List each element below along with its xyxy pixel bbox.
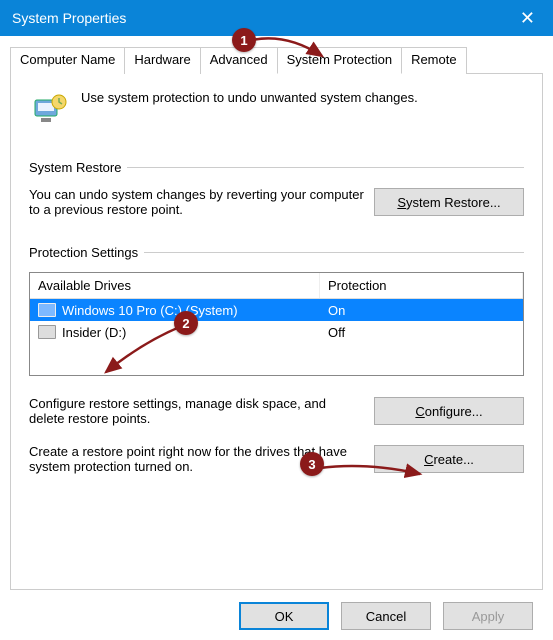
annotation-badge-3: 3 [300, 452, 324, 476]
drives-list[interactable]: Available Drives Protection Windows 10 P… [29, 272, 524, 376]
group-protection-settings: Protection Settings Available Drives Pro… [29, 245, 524, 474]
drive-icon [38, 303, 56, 317]
drive-name: Windows 10 Pro (C:) (System) [62, 303, 238, 318]
list-header: Available Drives Protection [30, 273, 523, 299]
restore-description: You can undo system changes by reverting… [29, 187, 364, 217]
drive-name: Insider (D:) [62, 325, 126, 340]
group-system-restore: System Restore You can undo system chang… [29, 160, 524, 217]
tab-hardware[interactable]: Hardware [124, 47, 200, 74]
dialog-button-row: OK Cancel Apply [10, 590, 543, 630]
tab-computer-name[interactable]: Computer Name [10, 47, 125, 74]
titlebar: System Properties ✕ [0, 0, 553, 36]
client-area: Computer Name Hardware Advanced System P… [0, 36, 553, 640]
col-header-protection[interactable]: Protection [320, 273, 523, 298]
ok-button[interactable]: OK [239, 602, 329, 630]
create-button[interactable]: Create... [374, 445, 524, 473]
configure-button[interactable]: Configure... [374, 397, 524, 425]
table-row[interactable]: Insider (D:) Off [30, 321, 523, 343]
intro-text: Use system protection to undo unwanted s… [81, 90, 418, 105]
cancel-button[interactable]: Cancel [341, 602, 431, 630]
annotation-badge-2: 2 [174, 311, 198, 335]
tab-content: Use system protection to undo unwanted s… [10, 74, 543, 590]
divider [144, 252, 524, 253]
tab-strip: Computer Name Hardware Advanced System P… [10, 46, 543, 74]
system-protection-icon [29, 90, 69, 130]
close-icon[interactable]: ✕ [514, 8, 541, 29]
drive-status: Off [320, 325, 523, 340]
intro-row: Use system protection to undo unwanted s… [29, 90, 524, 130]
col-header-drives[interactable]: Available Drives [30, 273, 320, 298]
configure-description: Configure restore settings, manage disk … [29, 396, 364, 426]
tab-remote[interactable]: Remote [401, 47, 467, 74]
tab-system-protection[interactable]: System Protection [277, 47, 403, 74]
apply-button[interactable]: Apply [443, 602, 533, 630]
group-label-restore: System Restore [29, 160, 127, 175]
annotation-badge-1: 1 [232, 28, 256, 52]
drive-icon [38, 325, 56, 339]
window-title: System Properties [12, 10, 514, 26]
system-restore-button[interactable]: System Restore... [374, 188, 524, 216]
divider [127, 167, 524, 168]
group-label-protection: Protection Settings [29, 245, 144, 260]
drive-status: On [320, 303, 523, 318]
table-row[interactable]: Windows 10 Pro (C:) (System) On [30, 299, 523, 321]
